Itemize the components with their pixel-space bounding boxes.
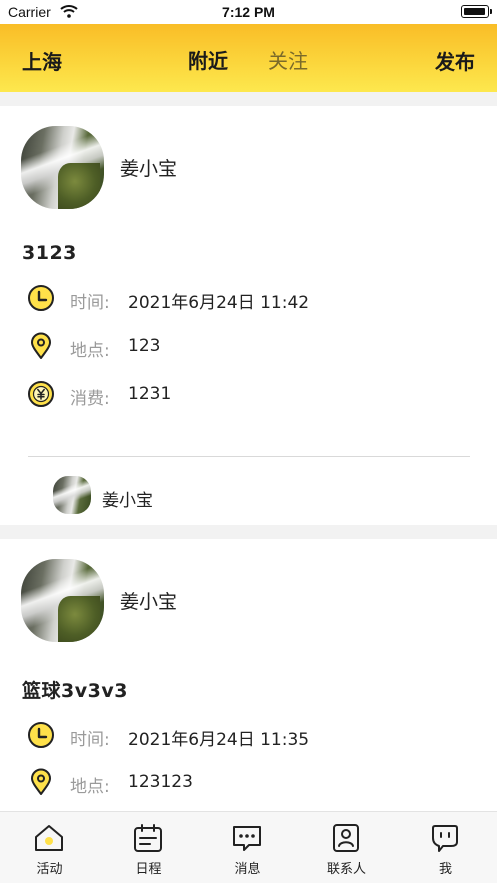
tab-label: 我	[438, 862, 452, 877]
yuan-coin-icon	[27, 380, 55, 408]
place-label: 地点:	[70, 341, 110, 361]
time-value: 2021年6月24日 11:35	[128, 730, 310, 750]
place-label: 地点:	[70, 777, 110, 797]
location-pin-icon	[27, 332, 55, 360]
place-value: 123	[128, 336, 161, 356]
tab-follow[interactable]: 关注	[268, 45, 308, 74]
cost-value: 1231	[128, 384, 172, 404]
profile-icon	[429, 822, 461, 854]
tab-messages[interactable]: 消息	[198, 812, 297, 883]
author-avatar[interactable]	[21, 126, 104, 209]
tab-label: 联系人	[326, 862, 366, 877]
tab-activities[interactable]: 活动	[0, 812, 99, 883]
tab-me[interactable]: 我	[396, 812, 495, 883]
tab-label: 日程	[135, 862, 162, 877]
home-icon	[33, 822, 65, 854]
battery-icon	[461, 5, 492, 18]
author-name: 姜小宝	[120, 591, 178, 613]
author-avatar[interactable]	[21, 559, 104, 642]
message-icon	[231, 822, 263, 854]
top-nav-bar: 上海 附近 关注 发布	[0, 24, 497, 92]
time-value: 2021年6月24日 11:42	[128, 293, 310, 313]
publish-button[interactable]: 发布	[435, 46, 475, 75]
city-selector[interactable]: 上海	[22, 46, 62, 75]
tab-nearby[interactable]: 附近	[188, 45, 228, 74]
activity-card[interactable]: 姜小宝 3123 时间: 2021年6月24日 11:42 地点: 123 消费…	[0, 106, 497, 525]
calendar-icon	[132, 822, 164, 854]
tab-schedule[interactable]: 日程	[99, 812, 198, 883]
clock-icon	[27, 721, 55, 749]
tab-label: 消息	[234, 862, 261, 877]
location-pin-icon	[27, 768, 55, 796]
cost-label: 消费:	[70, 389, 110, 409]
clock-time: 7:12 PM	[222, 4, 275, 20]
status-bar: Carrier 7:12 PM	[0, 0, 497, 24]
author-name: 姜小宝	[120, 158, 178, 180]
activity-title: 3123	[22, 242, 77, 264]
activity-card[interactable]: 姜小宝 篮球3v3v3 时间: 2021年6月24日 11:35 地点: 123…	[0, 539, 497, 811]
time-label: 时间:	[70, 730, 110, 750]
member-avatar[interactable]	[53, 476, 91, 514]
place-value: 123123	[128, 772, 193, 792]
contacts-icon	[330, 822, 362, 854]
tab-label: 活动	[36, 862, 63, 877]
bottom-tab-bar: 活动 日程 消息 联系人 我	[0, 811, 497, 883]
clock-icon	[27, 284, 55, 312]
divider	[28, 456, 470, 457]
time-label: 时间:	[70, 293, 110, 313]
member-name: 姜小宝	[102, 491, 153, 511]
tab-contacts[interactable]: 联系人	[297, 812, 396, 883]
activity-feed[interactable]: 姜小宝 3123 时间: 2021年6月24日 11:42 地点: 123 消费…	[0, 92, 497, 811]
activity-title: 篮球3v3v3	[22, 680, 128, 702]
